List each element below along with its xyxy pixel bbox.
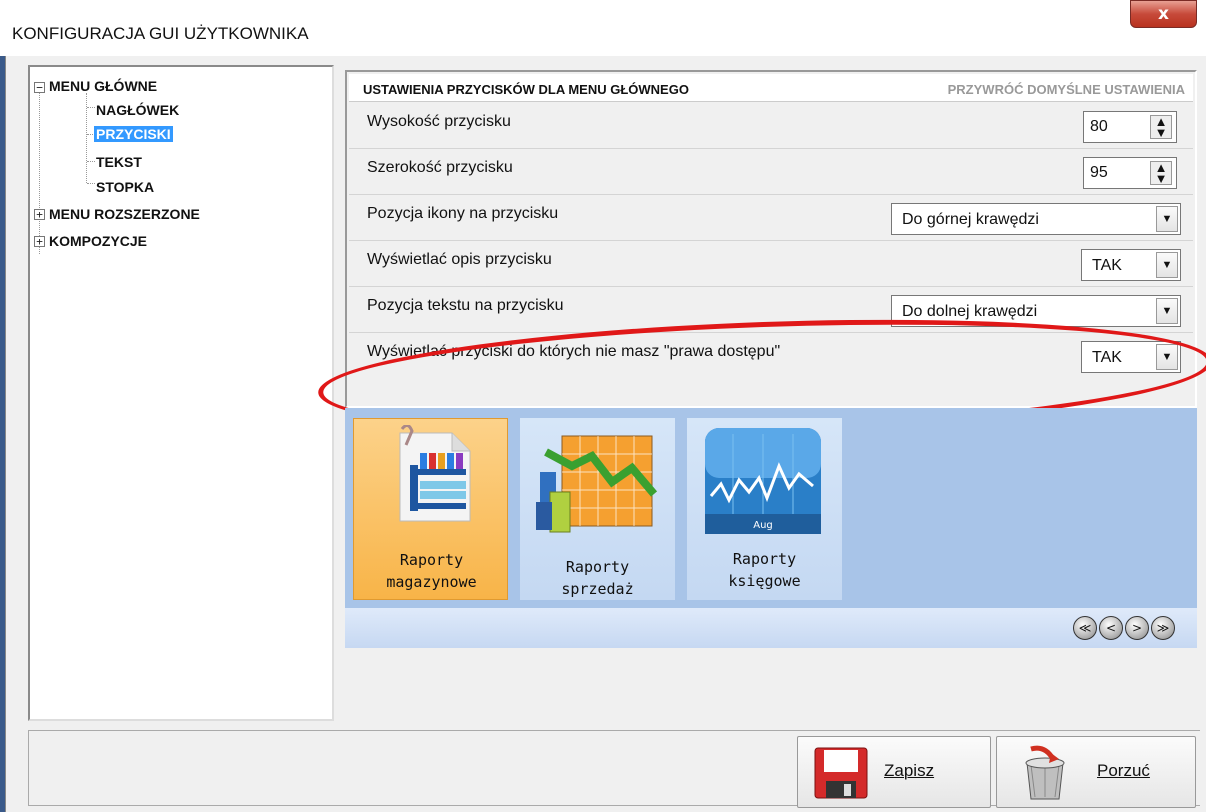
setting-row-show-description: Wyświetlać opis przycisku TAK ▼	[349, 241, 1193, 287]
chart-month-label: Aug	[753, 520, 773, 531]
expand-icon[interactable]: +	[34, 236, 45, 247]
tree-line	[87, 161, 95, 162]
discard-button-label: Porzuć	[1097, 761, 1150, 780]
setting-label: Wysokość przycisku	[367, 113, 511, 130]
last-page-icon[interactable]: ≫	[1151, 616, 1175, 640]
tree-line	[87, 183, 95, 184]
tree-item-label: KOMPOZYCJE	[49, 233, 148, 249]
settings-header: USTAWIENIA PRZYCISKÓW DLA MENU GŁÓWNEGO …	[349, 74, 1193, 102]
setting-row-show-no-access: Wyświetlać przyciski do których nie masz…	[349, 333, 1193, 379]
setting-row-button-height: Wysokość przycisku 80 ▲ ▼	[349, 103, 1193, 149]
tree-item-przyciski[interactable]: PRZYCISKI	[94, 125, 173, 143]
restore-defaults-link[interactable]: PRZYWRÓĆ DOMYŚLNE USTAWIENIA	[948, 82, 1185, 97]
spinner-arrows-icon[interactable]: ▲ ▼	[1150, 115, 1172, 139]
close-icon: x	[1158, 4, 1169, 24]
close-button[interactable]: x	[1130, 0, 1197, 28]
next-page-icon[interactable]: >	[1125, 616, 1149, 640]
select-value: TAK	[1092, 349, 1122, 366]
text-position-select[interactable]: Do dolnej krawędzi ▼	[891, 295, 1181, 327]
setting-row-icon-position: Pozycja ikony na przycisku Do górnej kra…	[349, 195, 1193, 241]
save-button[interactable]: Zapisz	[797, 736, 991, 808]
button-height-spinner[interactable]: 80 ▲ ▼	[1083, 111, 1177, 143]
setting-label: Wyświetlać opis przycisku	[367, 251, 552, 268]
first-page-icon[interactable]: ≪	[1073, 616, 1097, 640]
prev-page-icon[interactable]: <	[1099, 616, 1123, 640]
tree-item-label: MENU ROZSZERZONE	[49, 206, 200, 222]
spinner-arrows-icon[interactable]: ▲ ▼	[1150, 161, 1172, 185]
tree-item-label: STOPKA	[96, 179, 155, 195]
setting-label: Pozycja tekstu na przycisku	[367, 297, 564, 314]
window-title: KONFIGURACJA GUI UŻYTKOWNIKA	[12, 24, 309, 43]
preview-nav-bar: ≪ < > ≫	[345, 608, 1197, 648]
tree-item-label: NAGŁÓWEK	[96, 102, 180, 118]
tree-line	[87, 107, 95, 108]
config-tree[interactable]: − MENU GŁÓWNE NAGŁÓWEK PRZYCISKI TEKST S…	[28, 65, 334, 721]
chevron-down-icon[interactable]: ▼	[1156, 206, 1178, 232]
tile-raporty-magazynowe[interactable]: Raporty magazynowe	[353, 418, 508, 600]
button-width-spinner[interactable]: 95 ▲ ▼	[1083, 157, 1177, 189]
tile-label: sprzedaż	[561, 580, 634, 598]
collapse-icon[interactable]: −	[34, 82, 45, 93]
tile-raporty-ksiegowe[interactable]: Aug Raporty księgowe	[687, 418, 842, 600]
accounting-report-icon: Aug	[705, 428, 821, 534]
settings-panel: USTAWIENIA PRZYCISKÓW DLA MENU GŁÓWNEGO …	[345, 70, 1197, 408]
tile-label: Raporty	[565, 558, 630, 576]
setting-label: Szerokość przycisku	[367, 159, 513, 176]
trash-bin-icon	[1025, 745, 1065, 800]
tree-item-naglowek[interactable]: NAGŁÓWEK	[96, 101, 179, 119]
tree-item-menu-glowne[interactable]: MENU GŁÓWNE	[49, 77, 157, 95]
tile-label: księgowe	[728, 572, 801, 590]
settings-title: USTAWIENIA PRZYCISKÓW DLA MENU GŁÓWNEGO	[363, 82, 689, 97]
chevron-down-icon[interactable]: ▼	[1156, 252, 1178, 278]
tree-item-label: PRZYCISKI	[94, 126, 173, 142]
select-value: Do górnej krawędzi	[902, 211, 1039, 228]
select-value: TAK	[1092, 257, 1122, 274]
tree-item-label: MENU GŁÓWNE	[49, 78, 158, 94]
warehouse-report-icon	[399, 425, 471, 522]
setting-row-button-width: Szerokość przycisku 95 ▲ ▼	[349, 149, 1193, 195]
chevron-down-icon[interactable]: ▼	[1156, 298, 1178, 324]
tile-label: magazynowe	[386, 573, 477, 591]
setting-row-text-position: Pozycja tekstu na przycisku Do dolnej kr…	[349, 287, 1193, 333]
tile-label: Raporty	[732, 550, 797, 568]
title-bar: KONFIGURACJA GUI UŻYTKOWNIKA x	[0, 0, 1206, 56]
tree-item-kompozycje[interactable]: KOMPOZYCJE	[49, 232, 147, 250]
chevron-down-icon[interactable]: ▼	[1156, 344, 1178, 370]
icon-position-select[interactable]: Do górnej krawędzi ▼	[891, 203, 1181, 235]
tree-item-stopka[interactable]: STOPKA	[96, 178, 154, 196]
tile-label: Raporty	[399, 551, 464, 569]
setting-label: Wyświetlać przyciski do których nie masz…	[367, 343, 781, 360]
expand-icon[interactable]: +	[34, 209, 45, 220]
tree-item-menu-rozszerzone[interactable]: MENU ROZSZERZONE	[49, 205, 200, 223]
tree-item-tekst[interactable]: TEKST	[96, 153, 142, 171]
show-no-access-select[interactable]: TAK ▼	[1081, 341, 1181, 373]
sales-report-icon	[536, 435, 658, 533]
select-value: Do dolnej krawędzi	[902, 303, 1038, 320]
tree-line	[39, 84, 40, 254]
spinner-value: 95	[1090, 164, 1108, 181]
tile-raporty-sprzedaz[interactable]: Raporty sprzedaż	[520, 418, 675, 600]
spinner-value: 80	[1090, 118, 1108, 135]
show-description-select[interactable]: TAK ▼	[1081, 249, 1181, 281]
floppy-disk-icon	[814, 747, 868, 799]
discard-button[interactable]: Porzuć	[996, 736, 1196, 808]
save-button-label: Zapisz	[884, 761, 935, 780]
setting-label: Pozycja ikony na przycisku	[367, 205, 559, 222]
tree-item-label: TEKST	[96, 154, 142, 170]
button-preview: Raporty magazynowe Raporty sprzedaż Aug …	[345, 408, 1197, 648]
